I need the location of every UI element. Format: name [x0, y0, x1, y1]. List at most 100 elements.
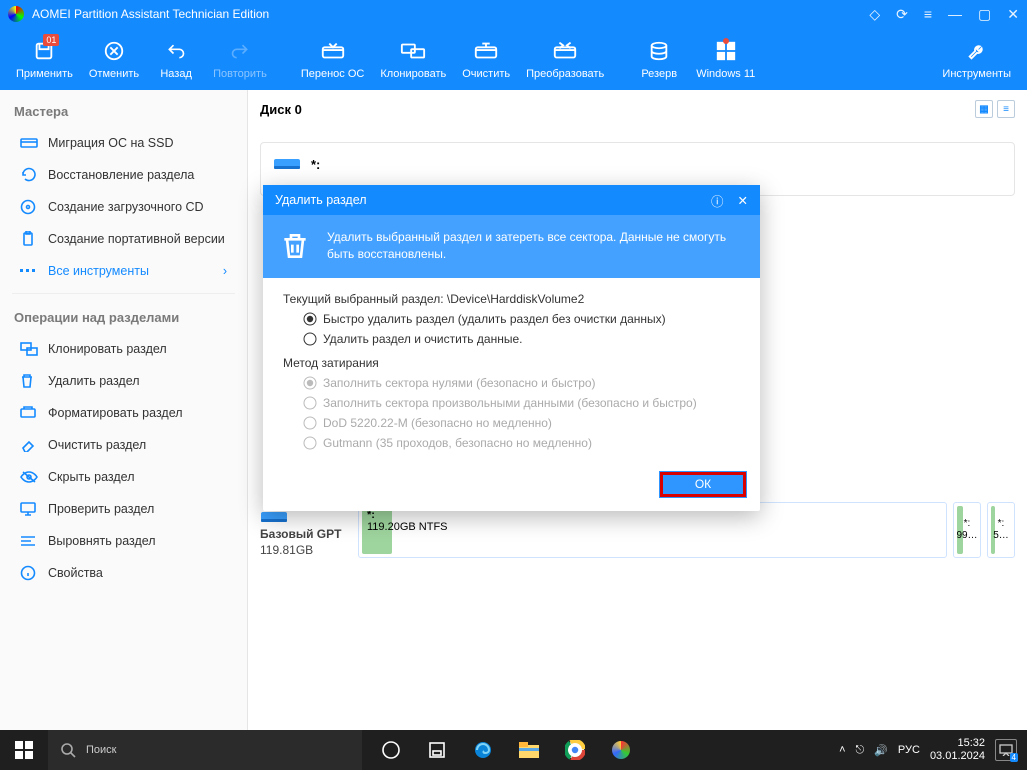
radio-label: Заполнить сектора нулями (безопасно и бы…: [323, 376, 596, 390]
vip-icon[interactable]: ◇: [869, 6, 880, 23]
sidebar-item-boot-cd[interactable]: Создание загрузочного CD: [0, 191, 247, 223]
tray-volume-icon[interactable]: 🔊: [874, 744, 888, 757]
cd-icon: [20, 198, 38, 216]
sidebar-item-delete-part[interactable]: Удалить раздел: [0, 365, 247, 397]
monitor-icon: [20, 500, 38, 518]
partition-block-3[interactable]: *: 5…: [987, 502, 1015, 558]
clone-icon: [20, 340, 38, 358]
sidebar-item-label: Свойства: [48, 566, 103, 580]
migrate-os-button[interactable]: Перенос ОС: [293, 31, 373, 87]
method-header: Метод затирания: [283, 356, 740, 370]
sidebar-item-recover[interactable]: Восстановление раздела: [0, 159, 247, 191]
disk-header: Диск 0: [260, 102, 302, 117]
sidebar-item-migrate-ssd[interactable]: Миграция ОС на SSD: [0, 127, 247, 159]
sidebar-item-hide-part[interactable]: Скрыть раздел: [0, 461, 247, 493]
convert-button[interactable]: Преобразовать: [518, 31, 612, 87]
back-button[interactable]: Назад: [147, 31, 205, 87]
tray-location-icon[interactable]: ⎋: [856, 744, 865, 757]
sidebar-item-all-tools[interactable]: Все инструменты ›: [0, 255, 247, 287]
refresh-icon[interactable]: ⟳: [896, 6, 908, 23]
menu-icon[interactable]: ≡: [924, 6, 932, 22]
tools-button[interactable]: Инструменты: [934, 31, 1019, 87]
wipe-button[interactable]: Очистить: [454, 31, 518, 87]
view-list-icon[interactable]: ≡: [997, 100, 1015, 118]
sidebar-item-format-part[interactable]: Форматировать раздел: [0, 397, 247, 429]
sidebar-item-label: Скрыть раздел: [48, 470, 135, 484]
mini-label: *:: [993, 518, 1009, 530]
radio-label: Быстро удалить раздел (удалить раздел бе…: [323, 312, 666, 326]
eye-off-icon: [20, 468, 38, 486]
start-button[interactable]: [0, 730, 48, 770]
radio-disabled-selected-icon: [303, 376, 317, 390]
migrate-label: Перенос ОС: [301, 68, 365, 80]
edge-icon[interactable]: [460, 730, 506, 770]
taskbar-clock[interactable]: 15:32 03.01.2024: [930, 737, 985, 763]
radio-label: Заполнить сектора произвольными данными …: [323, 396, 697, 410]
app-logo-icon: [8, 6, 24, 22]
taskbar-search[interactable]: Поиск: [48, 730, 362, 770]
sidebar-item-label: Все инструменты: [48, 264, 149, 278]
back-label: Назад: [160, 68, 192, 80]
ssd-icon: [20, 134, 38, 152]
partition-block-2[interactable]: *: 99…: [953, 502, 981, 558]
sidebar-item-label: Форматировать раздел: [48, 406, 183, 420]
undo-label: Отменить: [89, 68, 139, 80]
app-title: AOMEI Partition Assistant Technician Edi…: [32, 7, 269, 21]
sidebar-item-check-part[interactable]: Проверить раздел: [0, 493, 247, 525]
disk-star-label: *:: [311, 157, 320, 172]
tray-chevron-up-icon[interactable]: ˄: [839, 744, 845, 756]
search-icon: [60, 742, 76, 758]
more-icon: [20, 262, 38, 280]
apply-button[interactable]: 01 Применить: [8, 31, 81, 87]
apply-label: Применить: [16, 68, 73, 80]
wipe-label: Очистить: [462, 68, 510, 80]
minimize-icon[interactable]: —: [948, 6, 962, 22]
sidebar-item-clone-part[interactable]: Клонировать раздел: [0, 333, 247, 365]
notifications-icon[interactable]: 4: [995, 739, 1017, 761]
close-icon[interactable]: ✕: [1007, 6, 1019, 23]
trash-icon: [20, 372, 38, 390]
close-icon[interactable]: ✕: [738, 193, 748, 208]
sidebar: Мастера Миграция ОС на SSD Восстановлени…: [0, 90, 248, 730]
radio-delete-and-wipe[interactable]: Удалить раздел и очистить данные.: [303, 332, 740, 346]
maximize-icon[interactable]: ▢: [978, 6, 991, 23]
explorer-icon[interactable]: [506, 730, 552, 770]
clone-button[interactable]: Клонировать: [372, 31, 454, 87]
info-icon: [20, 564, 38, 582]
delete-partition-dialog: Удалить раздел ⓘ ✕ Удалить выбранный раз…: [263, 185, 760, 511]
sidebar-item-label: Проверить раздел: [48, 502, 154, 516]
windows11-button[interactable]: Windows 11: [688, 31, 763, 87]
backup-button[interactable]: Резерв: [630, 31, 688, 87]
help-icon[interactable]: ⓘ: [711, 191, 724, 210]
clone-label: Клонировать: [380, 68, 446, 80]
view-grid-icon[interactable]: ▦: [975, 100, 993, 118]
tray-lang[interactable]: РУС: [898, 744, 920, 756]
tools-label: Инструменты: [942, 68, 1011, 80]
radio-disabled-icon: [303, 396, 317, 410]
dialog-banner-text: Удалить выбранный раздел и затереть все …: [327, 229, 744, 264]
current-partition-label: Текущий выбранный раздел: \Device\Harddi…: [283, 292, 740, 306]
sidebar-item-label: Клонировать раздел: [48, 342, 167, 356]
taskbar: Поиск ˄ ⎋ 🔊 РУС 15:32 03.01.2024 4: [0, 730, 1027, 770]
sidebar-item-align-part[interactable]: Выровнять раздел: [0, 525, 247, 557]
radio-quick-delete[interactable]: Быстро удалить раздел (удалить раздел бе…: [303, 312, 740, 326]
undo-button[interactable]: Отменить: [81, 31, 147, 87]
sidebar-item-portable[interactable]: Создание портативной версии: [0, 223, 247, 255]
clock-time: 15:32: [930, 737, 985, 750]
align-icon: [20, 532, 38, 550]
chrome-icon[interactable]: [552, 730, 598, 770]
mini-size: 5…: [993, 530, 1009, 542]
task-view-icon[interactable]: [368, 730, 414, 770]
search-placeholder: Поиск: [86, 744, 116, 756]
aomei-taskbar-icon[interactable]: [598, 730, 644, 770]
taskbar-app-1[interactable]: [414, 730, 460, 770]
sidebar-item-props[interactable]: Свойства: [0, 557, 247, 589]
sidebar-item-label: Восстановление раздела: [48, 168, 194, 182]
chevron-right-icon: ›: [223, 264, 227, 278]
redo-label: Повторить: [213, 68, 267, 80]
ok-button[interactable]: ОК: [660, 472, 746, 497]
sidebar-item-label: Удалить раздел: [48, 374, 140, 388]
sidebar-item-wipe-part[interactable]: Очистить раздел: [0, 429, 247, 461]
part-label: *:: [367, 509, 938, 521]
sidebar-item-label: Очистить раздел: [48, 438, 146, 452]
